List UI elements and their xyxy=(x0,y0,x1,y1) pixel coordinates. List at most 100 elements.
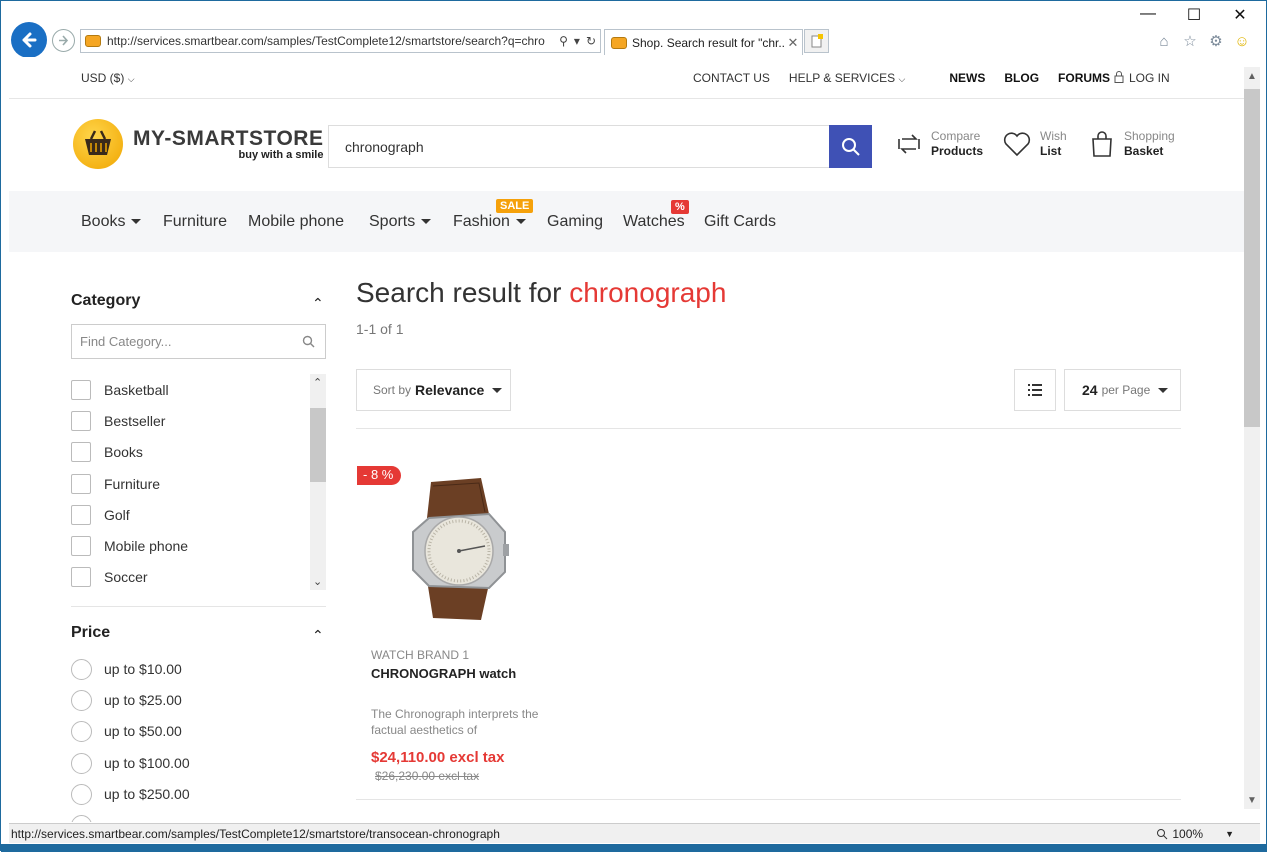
category-scrollbar[interactable]: ⌃ ⌄ xyxy=(310,374,326,590)
forward-button[interactable] xyxy=(52,29,75,52)
product-price: $24,110.00 excl tax xyxy=(371,749,505,766)
checkbox[interactable] xyxy=(71,442,91,462)
price-option[interactable]: up to $10.00 xyxy=(71,658,182,680)
login-link[interactable]: LOG IN xyxy=(1114,71,1170,85)
home-icon[interactable]: ⌂ xyxy=(1154,31,1174,51)
price-option[interactable]: up to $50.00 xyxy=(71,720,182,742)
help-services-link[interactable]: HELP & SERVICES ⌵ xyxy=(789,71,905,85)
browser-window: http://services.smartbear.com/samples/Te… xyxy=(0,0,1267,852)
collapse-category-icon[interactable]: ⌃ xyxy=(312,295,324,312)
nav-item-furniture[interactable]: Furniture xyxy=(163,213,227,231)
page-scrollbar[interactable]: ▲ ▼ xyxy=(1244,67,1260,809)
nav-item-watches[interactable]: Watches xyxy=(623,213,685,231)
category-item[interactable]: Mobile phone xyxy=(71,536,188,556)
radio-button[interactable] xyxy=(71,814,92,822)
page-scroll-thumb[interactable] xyxy=(1244,89,1260,427)
wish-label-bold: List xyxy=(1040,144,1062,158)
dropdown-icon[interactable]: ▾ xyxy=(574,34,580,48)
site-logo[interactable]: MY-SMARTSTORE buy with a smile xyxy=(73,119,323,169)
settings-gear-icon[interactable]: ⚙ xyxy=(1206,31,1226,51)
product-image[interactable] xyxy=(393,474,513,624)
price-option[interactable]: up to $25.00 xyxy=(71,689,182,711)
chevron-down-icon[interactable]: ▼ xyxy=(1244,791,1260,809)
chevron-up-icon[interactable]: ▲ xyxy=(1244,67,1260,85)
radio-button[interactable] xyxy=(71,658,92,680)
product-name[interactable]: CHRONOGRAPH watch xyxy=(371,666,516,681)
chevron-down-icon xyxy=(492,387,503,393)
price-option[interactable] xyxy=(71,814,104,822)
refresh-icon[interactable]: ↻ xyxy=(586,34,596,48)
list-view-button[interactable] xyxy=(1014,369,1056,411)
favorites-star-icon[interactable]: ☆ xyxy=(1180,31,1200,51)
search-input[interactable]: chronograph xyxy=(328,125,830,168)
new-tab-button[interactable] xyxy=(804,29,829,53)
per-page-label: per Page xyxy=(1101,383,1151,397)
compare-label-bold: Products xyxy=(931,144,984,158)
nav-item-sports[interactable]: Sports xyxy=(369,213,432,231)
blog-link[interactable]: BLOG xyxy=(1004,71,1039,85)
category-item[interactable]: Books xyxy=(71,442,143,462)
currency-selector[interactable]: USD ($) ⌵ xyxy=(81,71,135,85)
search-icon[interactable]: ⚲ xyxy=(559,34,568,48)
address-bar[interactable]: http://services.smartbear.com/samples/Te… xyxy=(80,29,601,53)
maximize-icon[interactable]: ☐ xyxy=(1182,5,1206,25)
zoom-control[interactable]: 100% ▼ xyxy=(1156,827,1260,841)
nav-item-books[interactable]: Books xyxy=(81,213,142,231)
search-button[interactable] xyxy=(829,125,872,168)
percent-badge: % xyxy=(671,200,689,214)
sort-dropdown[interactable]: Sort by Relevance xyxy=(356,369,511,411)
radio-button[interactable] xyxy=(71,720,92,742)
chevron-down-icon[interactable]: ⌄ xyxy=(313,575,322,588)
chevron-down-icon[interactable]: ▼ xyxy=(1225,829,1234,839)
basket-logo-icon xyxy=(73,119,123,169)
product-brand[interactable]: WATCH BRAND 1 xyxy=(371,648,469,662)
chevron-down-icon xyxy=(131,219,142,225)
checkbox[interactable] xyxy=(71,536,91,556)
tab-favicon-icon xyxy=(611,36,627,49)
category-item[interactable]: Furniture xyxy=(71,474,160,494)
category-item[interactable]: Basketball xyxy=(71,380,169,400)
minimize-icon[interactable]: — xyxy=(1136,5,1160,25)
sort-value: Relevance xyxy=(415,382,485,398)
category-item[interactable]: Golf xyxy=(71,505,130,525)
collapse-price-icon[interactable]: ⌃ xyxy=(312,627,324,644)
product-description: The Chronograph interprets the factual a… xyxy=(371,707,539,737)
checkbox[interactable] xyxy=(71,505,91,525)
contact-us-link[interactable]: CONTACT US xyxy=(693,71,770,85)
browser-tab[interactable]: Shop. Search result for "chr... ✕ xyxy=(604,29,803,55)
list-view-icon xyxy=(1028,384,1042,396)
radio-button[interactable] xyxy=(71,783,92,805)
checkbox[interactable] xyxy=(71,474,91,494)
shopping-basket-link[interactable]: Shopping Basket xyxy=(1089,129,1175,159)
radio-button[interactable] xyxy=(71,689,92,711)
nav-item-gift-cards[interactable]: Gift Cards xyxy=(704,213,776,231)
search-icon xyxy=(302,335,315,348)
forums-link[interactable]: FORUMS xyxy=(1058,71,1110,85)
category-item[interactable]: Soccer xyxy=(71,567,148,587)
feedback-smiley-icon[interactable]: ☺ xyxy=(1232,31,1252,51)
zoom-icon xyxy=(1157,828,1168,839)
checkbox[interactable] xyxy=(71,411,91,431)
radio-button[interactable] xyxy=(71,752,92,774)
price-option[interactable]: up to $100.00 xyxy=(71,752,190,774)
compare-icon xyxy=(898,134,920,154)
nav-item-fashion[interactable]: Fashion xyxy=(453,213,526,231)
wish-list-link[interactable]: Wish List xyxy=(1003,129,1067,159)
sidebar-divider xyxy=(71,606,326,607)
nav-item-mobile-phone[interactable]: Mobile phone xyxy=(248,213,344,231)
checkbox[interactable] xyxy=(71,567,91,587)
address-url[interactable]: http://services.smartbear.com/samples/Te… xyxy=(107,34,559,48)
nav-item-gaming[interactable]: Gaming xyxy=(547,213,603,231)
back-button[interactable] xyxy=(11,22,47,58)
news-link[interactable]: NEWS xyxy=(949,71,985,85)
category-search-input[interactable]: Find Category... xyxy=(71,324,326,359)
checkbox[interactable] xyxy=(71,380,91,400)
per-page-dropdown[interactable]: 24 per Page xyxy=(1064,369,1181,411)
category-item[interactable]: Bestseller xyxy=(71,411,165,431)
close-window-icon[interactable]: ✕ xyxy=(1228,5,1252,25)
tab-close-icon[interactable]: ✕ xyxy=(784,35,802,51)
price-option[interactable]: up to $250.00 xyxy=(71,783,190,805)
compare-products-link[interactable]: Compare Products xyxy=(896,129,983,159)
category-scroll-thumb[interactable] xyxy=(310,408,326,482)
chevron-up-icon[interactable]: ⌃ xyxy=(313,376,322,389)
